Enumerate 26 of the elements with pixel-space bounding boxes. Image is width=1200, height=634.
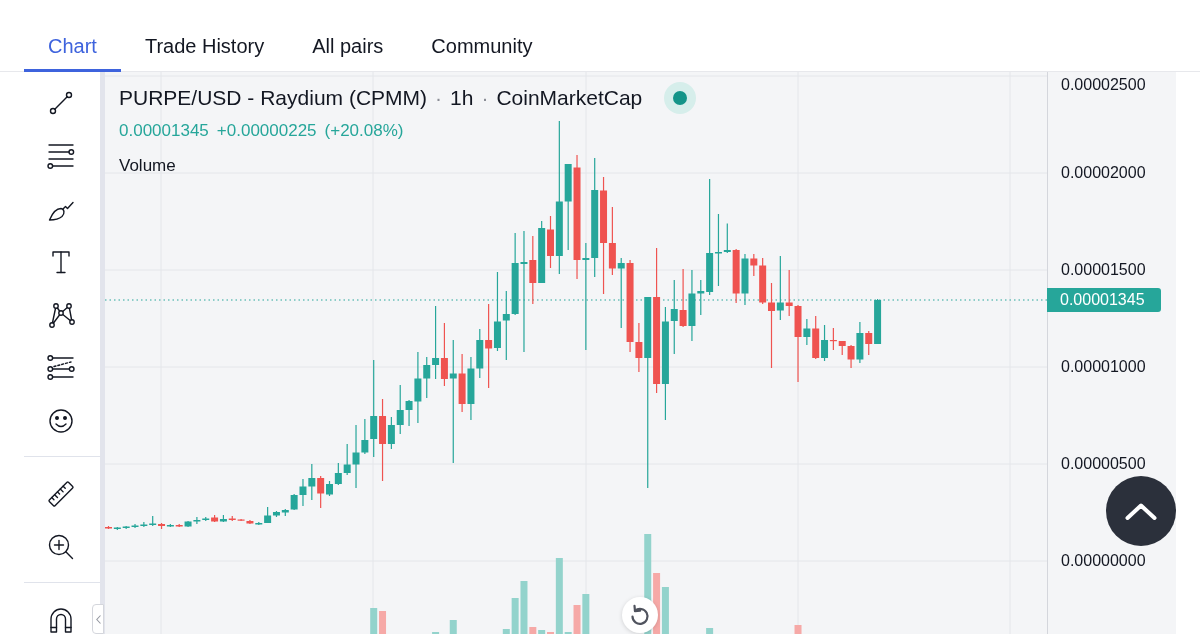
ruler-icon[interactable] <box>46 478 76 509</box>
price-axis-label: 0.00001000 <box>1061 357 1146 377</box>
price-axis-label: 0.00000000 <box>1061 551 1146 571</box>
circular-arrow-icon <box>629 604 651 626</box>
last-price-value: 0.00001345 <box>119 121 209 141</box>
chevron-left-icon <box>95 614 101 624</box>
tab[interactable]: Community <box>407 24 557 72</box>
status-dot-icon <box>664 82 697 114</box>
chevron-up-icon <box>1125 502 1157 520</box>
price-axis-label: 0.00000500 <box>1061 454 1146 474</box>
data-source-label: CoinMarketCap <box>496 86 643 110</box>
dashed-levels-icon[interactable] <box>46 352 76 383</box>
price-axis-label: 0.00002500 <box>1061 75 1146 95</box>
symbol-title: PURPE/USD - Raydium (CPMM) <box>119 86 428 110</box>
volume-indicator-label: Volume <box>119 156 176 176</box>
legend-separator: · <box>481 86 489 110</box>
tab[interactable]: All pairs <box>288 24 408 72</box>
legend-separator: · <box>435 86 443 110</box>
tab[interactable]: Trade History <box>120 24 289 72</box>
reset-view-button[interactable] <box>622 597 658 633</box>
interval-label: 1h <box>450 86 474 110</box>
price-change-value: +0.00000225 <box>216 121 317 141</box>
last-price-label: 0.00001345 <box>1047 288 1161 312</box>
price-change-percent: (+20.08%) <box>324 121 404 141</box>
price-axis-label: 0.00001500 <box>1061 260 1146 280</box>
price-axis-label: 0.00002000 <box>1061 163 1146 183</box>
